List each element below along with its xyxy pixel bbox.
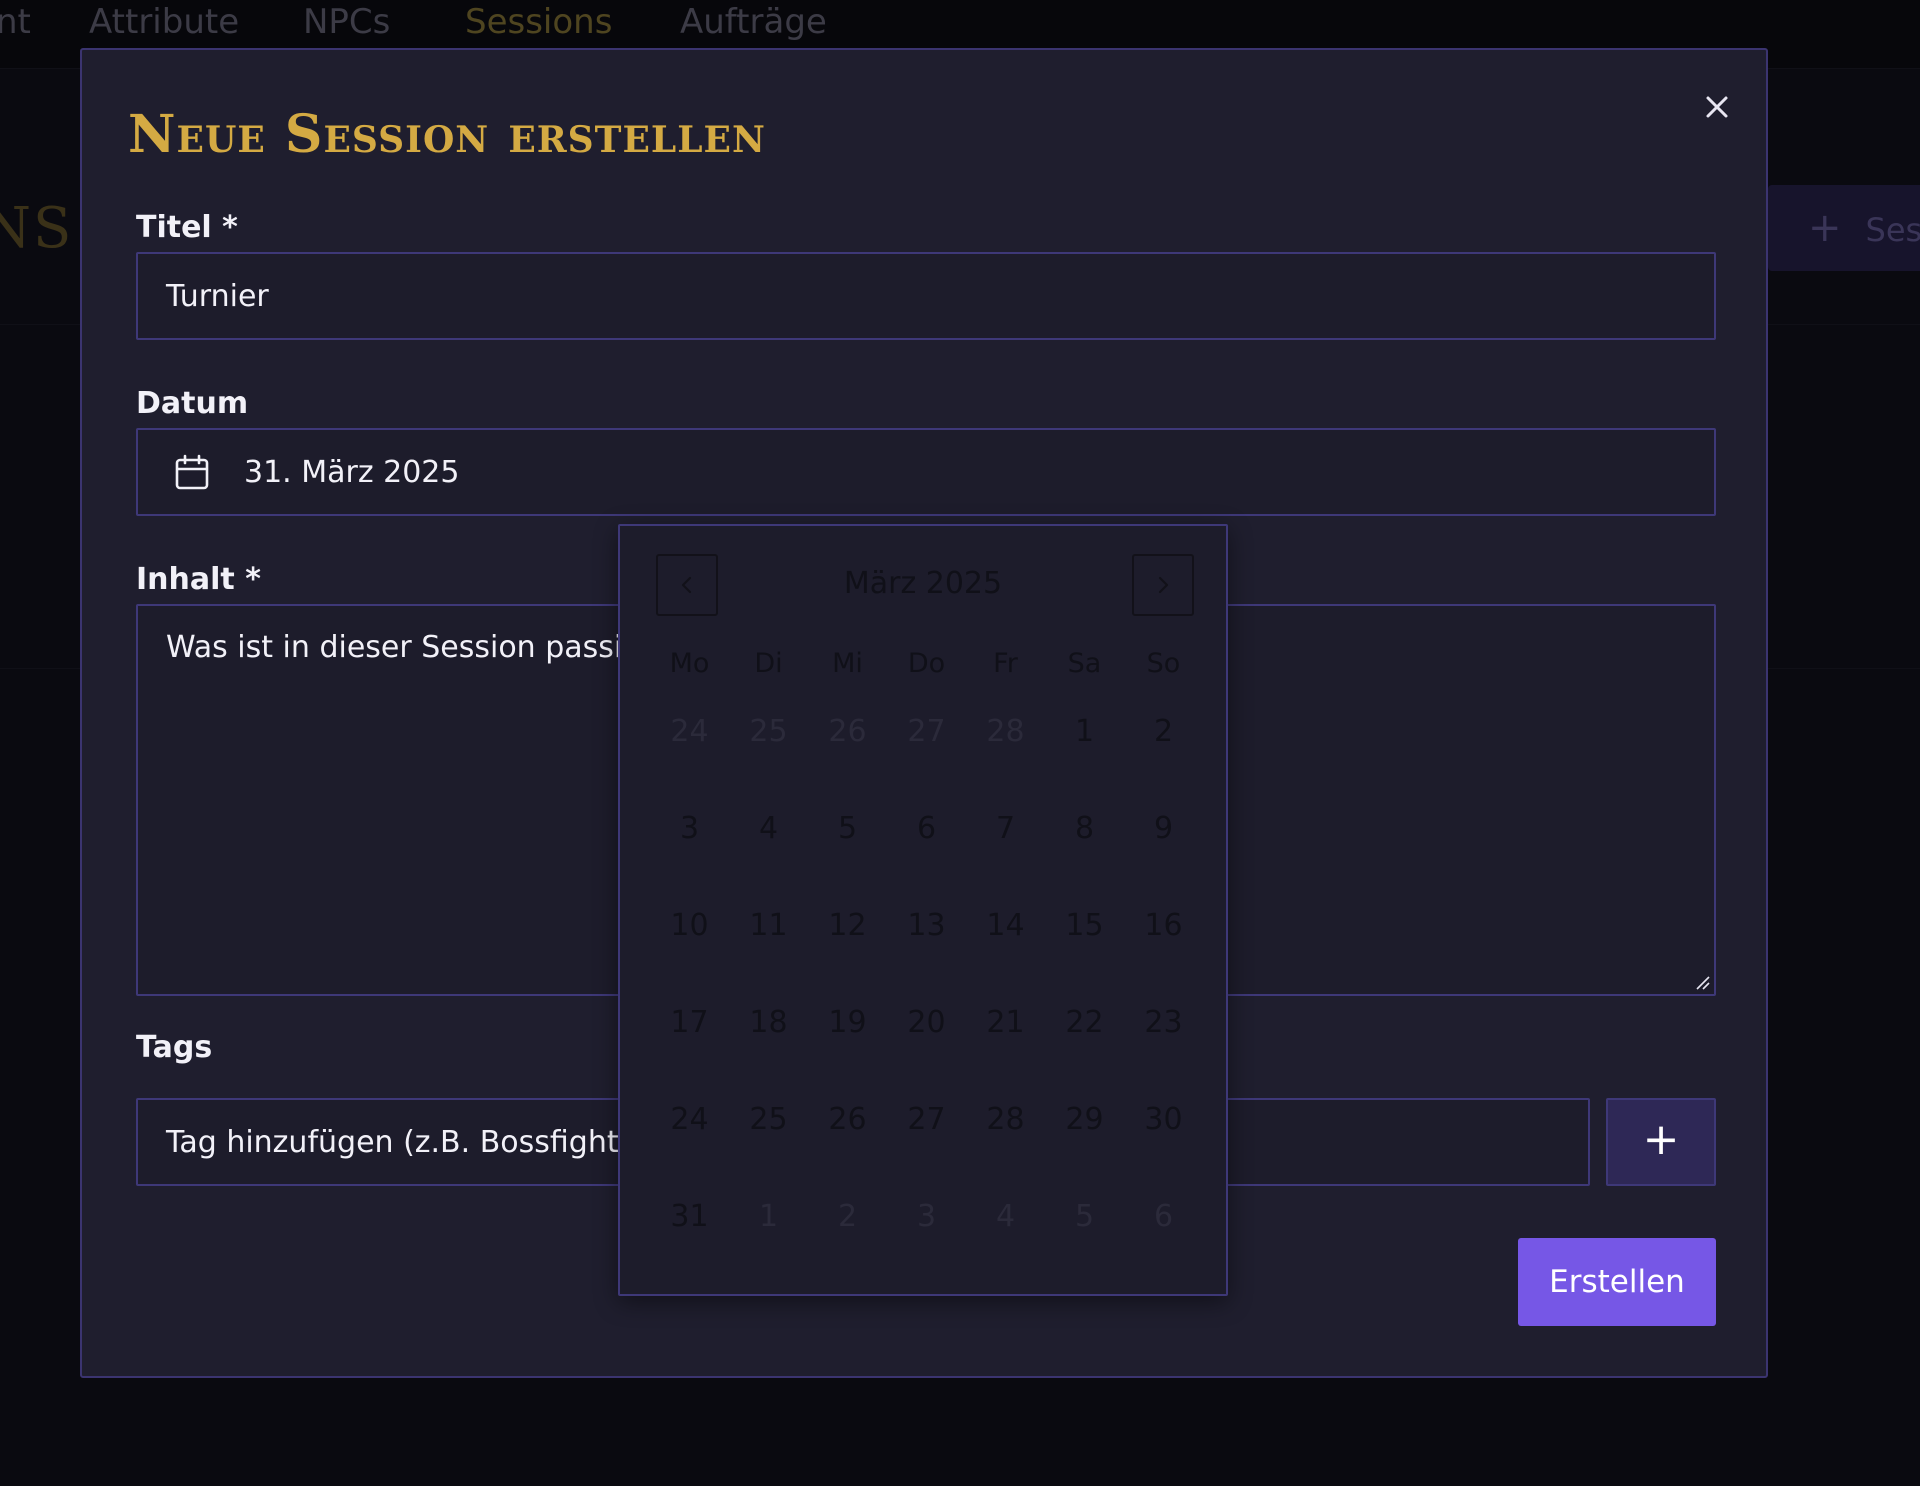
calendar-day[interactable]: 16 [1124,898,1203,995]
calendar-day-outside-month[interactable]: 28 [966,704,1045,801]
calendar-day[interactable]: 5 [808,801,887,898]
calendar-day[interactable]: 15 [1045,898,1124,995]
calendar-day[interactable]: 8 [1045,801,1124,898]
weekday-label: Sa [1067,648,1102,679]
calendar-icon [175,454,209,490]
create-button[interactable]: Erstellen [1518,1238,1716,1326]
weekday-label: Mi [832,648,863,679]
nav-item-sessions[interactable]: Sessions [465,2,612,42]
calendar-day-outside-month[interactable]: 3 [887,1189,966,1286]
calendar-day[interactable]: 6 [887,801,966,898]
calendar-day[interactable]: 23 [1124,995,1203,1092]
resize-handle-icon[interactable] [1694,974,1710,990]
calendar-day[interactable]: 31 [650,1189,729,1286]
calendar-day[interactable]: 4 [729,801,808,898]
nav-item-partial[interactable]: nt [0,2,31,42]
calendar-day-outside-month[interactable]: 1 [729,1189,808,1286]
calendar-day-grid: 24 25 26 27 28 1 2 3 4 5 6 7 8 9 10 11 12 13 14 15 16 17 18 19 2… [650,704,1204,1286]
calendar-day[interactable]: 28 [966,1092,1045,1189]
nav-item-auftraege[interactable]: Aufträge [680,2,827,42]
calendar-day[interactable]: 9 [1124,801,1203,898]
calendar-day[interactable]: 7 [966,801,1045,898]
calendar-day[interactable]: 13 [887,898,966,995]
calendar-day[interactable]: 2 [1124,704,1203,801]
calendar-day[interactable]: 21 [966,995,1045,1092]
calendar-day[interactable]: 3 [650,801,729,898]
calendar-day[interactable]: 19 [808,995,887,1092]
datepicker-popup: März 2025 Mo Di Mi Do Fr Sa So 24 25 26 27 28 1 2 3 4 5… [618,524,1228,1296]
background-page-title: NS [0,196,74,261]
calendar-day[interactable]: 29 [1045,1092,1124,1189]
calendar-day[interactable]: 10 [650,898,729,995]
tags-field-label: Tags [136,1030,213,1065]
add-tag-button[interactable]: + [1606,1098,1716,1186]
new-session-button-label: Ses [1865,211,1920,249]
date-picker-input[interactable]: 31. März 2025 [136,428,1716,516]
close-button[interactable] [1692,82,1742,132]
calendar-day-outside-month[interactable]: 24 [650,704,729,801]
weekday-label: Fr [993,648,1018,679]
calendar-day[interactable]: 1 [1045,704,1124,801]
tag-input-placeholder: Tag hinzufügen (z.B. Bossfight, I [166,1125,647,1160]
title-input[interactable]: Turnier [136,252,1716,340]
date-field-label: Datum [136,386,249,421]
modal-title: Neue Session erstellen [128,104,766,165]
calendar-day-outside-month[interactable]: 25 [729,704,808,801]
calendar-day-outside-month[interactable]: 2 [808,1189,887,1286]
nav-item-attribute[interactable]: Attribute [89,2,239,42]
calendar-day[interactable]: 14 [966,898,1045,995]
content-placeholder: Was ist in dieser Session passier [166,630,654,665]
chevron-right-icon [1158,576,1169,594]
calendar-day[interactable]: 26 [808,1092,887,1189]
calendar-day[interactable]: 24 [650,1092,729,1189]
calendar-day[interactable]: 12 [808,898,887,995]
calendar-day[interactable]: 18 [729,995,808,1092]
weekday-label: So [1146,648,1181,679]
calendar-day-outside-month[interactable]: 26 [808,704,887,801]
weekday-label: Mo [669,648,710,679]
calendar-day[interactable]: 11 [729,898,808,995]
title-field-label: Titel * [136,210,238,245]
calendar-day-outside-month[interactable]: 27 [887,704,966,801]
calendar-day[interactable]: 27 [887,1092,966,1189]
close-icon [1706,96,1728,118]
calendar-day[interactable]: 17 [650,995,729,1092]
date-input-value: 31. März 2025 [244,455,460,490]
weekday-label: Do [907,648,946,679]
calendar-day-outside-month[interactable]: 6 [1124,1189,1203,1286]
calendar-day[interactable]: 25 [729,1092,808,1189]
next-month-button[interactable] [1132,554,1194,616]
calendar-day[interactable]: 22 [1045,995,1124,1092]
calendar-day[interactable]: 20 [887,995,966,1092]
new-session-button[interactable]: + Ses [1768,185,1920,271]
title-input-value: Turnier [166,279,269,314]
calendar-day-outside-month[interactable]: 5 [1045,1189,1124,1286]
calendar-day-outside-month[interactable]: 4 [966,1189,1045,1286]
content-field-label: Inhalt * [136,562,261,597]
nav-item-npcs[interactable]: NPCs [303,2,390,42]
plus-icon: + [1808,205,1842,251]
weekday-label: Di [754,648,783,679]
weekday-header-row: Mo Di Mi Do Fr Sa So [650,648,1204,679]
calendar-day[interactable]: 30 [1124,1092,1203,1189]
